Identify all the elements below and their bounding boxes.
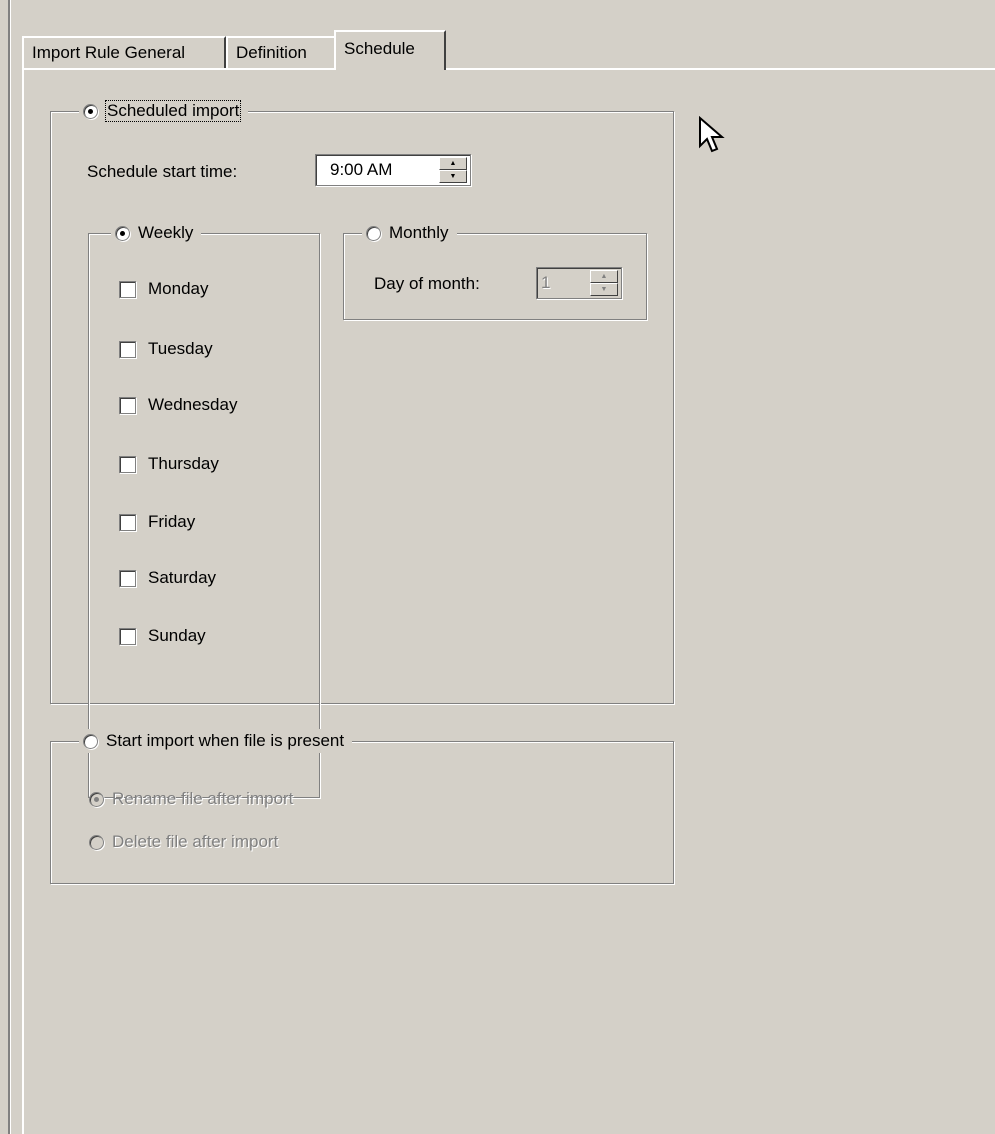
spin-up-icon[interactable]: ▲: [590, 270, 618, 283]
day-of-month-spinner[interactable]: 1 ▲ ▼: [536, 267, 622, 299]
rename-file-option[interactable]: Rename file after import: [89, 787, 293, 811]
day-friday-option[interactable]: Friday: [119, 510, 195, 534]
schedule-start-time-label: Schedule start time:: [87, 162, 238, 181]
day-wednesday-label: Wednesday: [148, 395, 238, 414]
day-friday-checkbox[interactable]: [119, 513, 136, 531]
scheduled-import-option[interactable]: Scheduled import: [79, 99, 249, 123]
spin-up-icon[interactable]: ▲: [439, 157, 467, 170]
day-thursday-checkbox[interactable]: [119, 455, 136, 473]
tab-label: Schedule: [344, 39, 415, 58]
day-tuesday-checkbox[interactable]: [119, 340, 136, 358]
monthly-radio[interactable]: [366, 225, 381, 241]
arrow-cursor-icon: [699, 116, 725, 153]
day-wednesday-option[interactable]: Wednesday: [119, 393, 237, 417]
file-present-label: Start import when file is present: [106, 731, 345, 750]
delete-file-radio[interactable]: [89, 834, 104, 850]
schedule-start-time-value: 9:00 AM: [330, 160, 393, 179]
delete-file-option[interactable]: Delete file after import: [89, 830, 278, 854]
dialog-left-border: [8, 0, 10, 1134]
day-friday-label: Friday: [148, 512, 196, 531]
monthly-label: Monthly: [389, 223, 449, 242]
day-wednesday-checkbox[interactable]: [119, 396, 136, 414]
day-sunday-label: Sunday: [148, 626, 206, 645]
weekly-radio[interactable]: [115, 225, 130, 241]
day-sunday-checkbox[interactable]: [119, 627, 136, 645]
tab-import-rule-general[interactable]: Import Rule General: [22, 36, 226, 68]
weekly-group: Weekly Monday Tuesday Wednesday Thursday…: [88, 221, 320, 798]
tab-label: Import Rule General: [32, 43, 186, 62]
tab-definition[interactable]: Definition: [226, 36, 336, 68]
day-of-month-spin-buttons: ▲ ▼: [590, 270, 618, 296]
day-of-month-label: Day of month:: [374, 274, 480, 293]
day-of-month-value: 1: [541, 273, 551, 292]
monthly-option[interactable]: Monthly: [362, 221, 457, 245]
tab-label: Definition: [236, 43, 307, 62]
day-monday-label: Monday: [148, 279, 209, 298]
file-present-option[interactable]: Start import when file is present: [79, 729, 353, 753]
day-monday-option[interactable]: Monday: [119, 277, 208, 301]
rename-file-label: Rename file after import: [112, 789, 294, 808]
day-tuesday-label: Tuesday: [148, 339, 213, 358]
day-saturday-option[interactable]: Saturday: [119, 566, 216, 590]
delete-file-label: Delete file after import: [112, 832, 279, 851]
spin-down-icon[interactable]: ▼: [590, 283, 618, 296]
file-present-radio[interactable]: [83, 733, 98, 749]
schedule-dialog: Import Rule General Definition Schedule …: [0, 0, 995, 1134]
file-present-group: Start import when file is present Rename…: [50, 729, 674, 884]
scheduled-import-radio[interactable]: [83, 103, 98, 119]
day-thursday-option[interactable]: Thursday: [119, 452, 219, 476]
day-sunday-option[interactable]: Sunday: [119, 624, 206, 648]
spin-down-icon[interactable]: ▼: [439, 170, 467, 183]
weekly-option[interactable]: Weekly: [111, 221, 202, 245]
day-saturday-checkbox[interactable]: [119, 569, 136, 587]
day-thursday-label: Thursday: [148, 454, 219, 473]
monthly-group: Monthly Day of month: 1 ▲ ▼: [343, 221, 647, 320]
scheduled-import-label: Scheduled import: [104, 100, 242, 122]
schedule-start-time-spinner[interactable]: 9:00 AM ▲ ▼: [315, 154, 471, 186]
tab-body-top-border: [22, 68, 995, 70]
tab-schedule[interactable]: Schedule: [334, 30, 446, 70]
rename-file-radio[interactable]: [89, 791, 104, 807]
day-monday-checkbox[interactable]: [119, 280, 136, 298]
tab-body-left-border: [22, 68, 24, 1134]
schedule-start-time-spin-buttons: ▲ ▼: [439, 157, 467, 183]
weekly-label: Weekly: [138, 223, 194, 242]
scheduled-import-group: Scheduled import Schedule start time: 9:…: [50, 99, 674, 798]
day-tuesday-option[interactable]: Tuesday: [119, 337, 213, 361]
day-saturday-label: Saturday: [148, 568, 217, 587]
